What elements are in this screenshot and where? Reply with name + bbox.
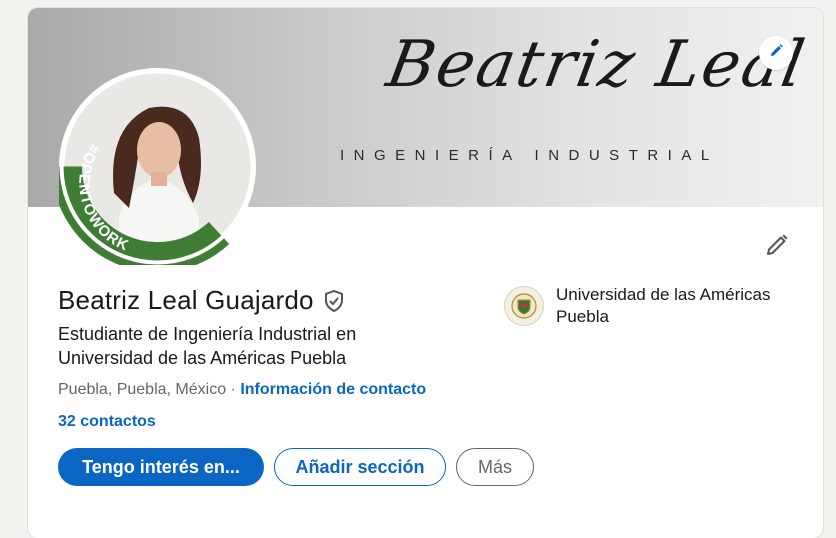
education-entry[interactable]: Universidad de las Américas Puebla — [504, 284, 796, 328]
banner-script-name: Beatriz Leal — [381, 28, 812, 102]
pencil-icon — [768, 43, 784, 64]
profile-location: Puebla, Puebla, México — [58, 381, 227, 398]
university-crest-icon — [504, 286, 544, 326]
profile-card: Beatriz Leal INGENIERÍA INDUSTRIAL #OPEN… — [28, 8, 823, 538]
edit-banner-button[interactable] — [759, 36, 793, 70]
profile-name-row: Beatriz Leal Guajardo — [58, 285, 346, 316]
add-section-button[interactable]: Añadir sección — [274, 448, 446, 486]
banner-subtitle: INGENIERÍA INDUSTRIAL — [340, 147, 719, 164]
contact-info-link[interactable]: Información de contacto — [240, 381, 426, 398]
profile-name: Beatriz Leal Guajardo — [58, 285, 314, 315]
shield-check-icon[interactable] — [322, 289, 346, 313]
location-row: Puebla, Puebla, México · Información de … — [58, 381, 426, 399]
profile-photo[interactable]: #OPENTOWORK — [59, 68, 256, 265]
school-name: Universidad de las Américas Puebla — [556, 285, 771, 326]
open-to-button[interactable]: Tengo interés en... — [58, 448, 264, 486]
location-separator: · — [226, 381, 241, 398]
edit-profile-button[interactable] — [761, 231, 793, 263]
profile-headline: Estudiante de Ingeniería Industrial en U… — [58, 324, 357, 368]
pencil-icon — [764, 232, 790, 263]
more-button[interactable]: Más — [456, 448, 534, 486]
connections-link[interactable]: 32 contactos — [58, 413, 156, 431]
